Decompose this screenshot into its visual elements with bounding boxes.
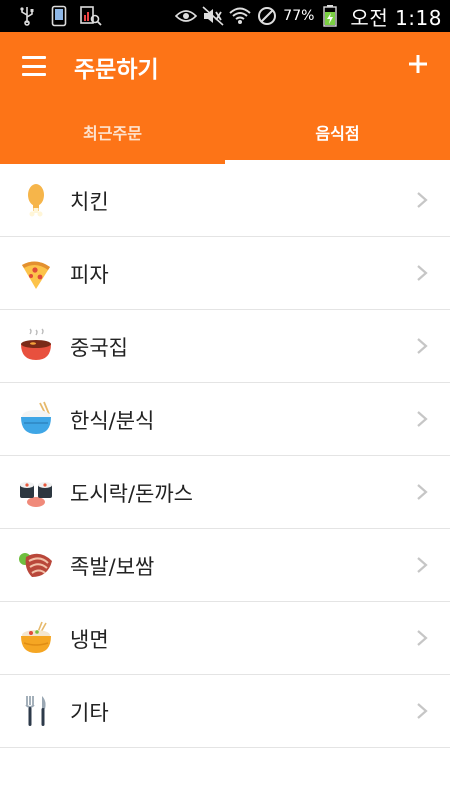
category-item-lunchbox[interactable]: 도시락/돈까스 xyxy=(0,456,450,529)
toolbar: 주문하기 xyxy=(0,32,450,100)
clock: 오전 1:18 xyxy=(350,5,442,30)
mute-icon xyxy=(202,5,224,27)
hamburger-menu-icon[interactable] xyxy=(22,54,48,78)
category-label: 한식/분식 xyxy=(70,409,155,433)
category-item-pork[interactable]: 족발/보쌈 xyxy=(0,529,450,602)
block-icon xyxy=(256,5,278,27)
category-item-etc[interactable]: 기타 xyxy=(0,675,450,748)
category-item-korean[interactable]: 한식/분식 xyxy=(0,383,450,456)
category-label: 피자 xyxy=(70,263,109,287)
chevron-right-icon xyxy=(417,265,428,281)
category-item-chinese[interactable]: 중국집 xyxy=(0,310,450,383)
chevron-right-icon xyxy=(417,411,428,427)
chevron-right-icon xyxy=(417,557,428,573)
category-label: 도시락/돈까스 xyxy=(70,482,193,506)
fork-knife-icon xyxy=(18,693,54,729)
category-item-chicken[interactable]: 치킨 xyxy=(0,164,450,237)
tab-bar: 최근주문 음식점 xyxy=(0,100,450,164)
chevron-right-icon xyxy=(417,630,428,646)
category-item-coldnoodle[interactable]: 냉면 xyxy=(0,602,450,675)
status-bar: 77% 오전 1:18 xyxy=(0,0,450,32)
category-label: 중국집 xyxy=(70,336,128,360)
wifi-icon xyxy=(229,5,251,27)
chevron-right-icon xyxy=(417,192,428,208)
eye-icon xyxy=(175,5,198,27)
category-item-pizza[interactable]: 피자 xyxy=(0,237,450,310)
pizza-slice-icon xyxy=(18,255,54,291)
category-label: 냉면 xyxy=(70,628,109,652)
tab-recent-orders[interactable]: 최근주문 xyxy=(0,100,225,164)
cold-noodle-bowl-icon xyxy=(18,620,54,656)
pork-meat-icon xyxy=(18,547,54,583)
category-label: 기타 xyxy=(70,701,109,725)
chicken-drumstick-icon xyxy=(18,182,54,218)
plus-icon[interactable] xyxy=(404,50,432,78)
rice-bowl-icon xyxy=(18,401,54,437)
battery-charging-icon xyxy=(319,5,341,27)
chevron-right-icon xyxy=(417,484,428,500)
category-label: 치킨 xyxy=(70,190,109,214)
chevron-right-icon xyxy=(417,338,428,354)
category-label: 족발/보쌈 xyxy=(70,555,155,579)
tab-restaurants[interactable]: 음식점 xyxy=(225,100,450,164)
phone-icon xyxy=(48,5,70,27)
battery-percent: 77% xyxy=(283,8,315,24)
category-list: 치킨 피자 중국집 한식/분식 도시락/돈까스 족발/보쌈 냉면 기타 xyxy=(0,164,450,748)
sushi-lunchbox-icon xyxy=(18,474,54,510)
usb-icon xyxy=(16,5,38,27)
chevron-right-icon xyxy=(417,703,428,719)
chinese-bowl-icon xyxy=(18,328,54,364)
app-bar: 주문하기 최근주문 음식점 xyxy=(0,32,450,164)
screenshot-icon xyxy=(80,5,102,27)
page-title: 주문하기 xyxy=(74,57,159,83)
